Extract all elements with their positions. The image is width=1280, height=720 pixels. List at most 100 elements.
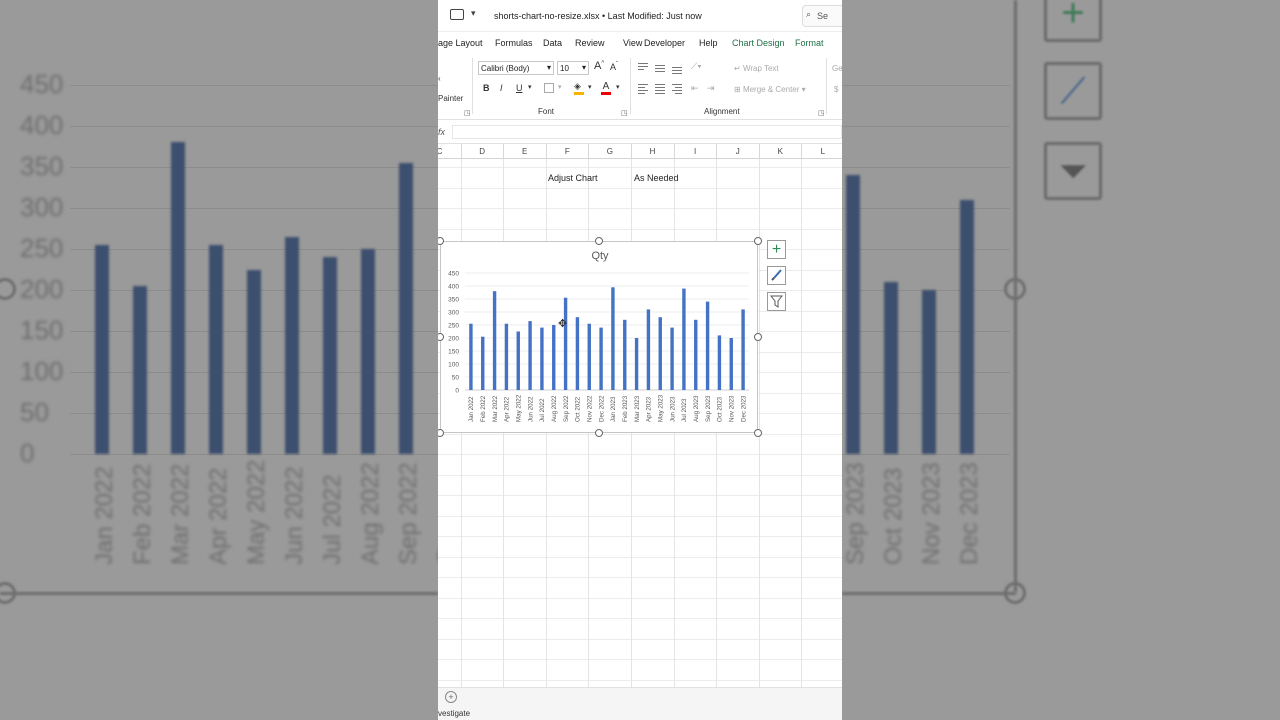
chart-bar[interactable]: [611, 287, 615, 390]
grid-line: [438, 228, 842, 230]
fill-color-icon[interactable]: ◈: [574, 81, 584, 95]
file-title[interactable]: shorts-chart-no-resize.xlsx • Last Modif…: [494, 11, 702, 21]
tab-data[interactable]: Data: [543, 38, 562, 48]
borders-icon[interactable]: [544, 83, 554, 93]
chart-bar[interactable]: [528, 321, 532, 390]
chart-filters-button[interactable]: [767, 292, 786, 311]
increase-indent-icon[interactable]: ⇥: [707, 83, 715, 94]
chart-bar[interactable]: [682, 288, 686, 390]
italic-button[interactable]: I: [500, 83, 503, 93]
chevron-down-icon[interactable]: ▾: [558, 83, 562, 91]
tab-view[interactable]: View: [623, 38, 642, 48]
chart-bar[interactable]: [492, 291, 497, 390]
underline-button[interactable]: U: [516, 83, 523, 93]
chart-bar[interactable]: [599, 327, 603, 390]
tab-chart-design[interactable]: Chart Design: [732, 38, 785, 48]
resize-handle-bottom-right[interactable]: [754, 429, 762, 437]
chart-bar[interactable]: [563, 297, 568, 390]
column-header[interactable]: K: [759, 147, 802, 156]
chevron-down-icon[interactable]: ▾: [616, 83, 620, 91]
folder-icon[interactable]: [450, 9, 464, 20]
decrease-indent-icon[interactable]: ⇤: [691, 83, 699, 94]
column-header[interactable]: L: [801, 147, 842, 156]
chart-bar[interactable]: [540, 327, 544, 390]
column-header[interactable]: H: [631, 147, 674, 156]
chart-bar[interactable]: [469, 323, 473, 390]
chart-bar[interactable]: [623, 319, 627, 390]
resize-handle-bottom[interactable]: [595, 429, 603, 437]
group-separator: [826, 58, 827, 114]
cell-adjust-chart[interactable]: Adjust Chart: [548, 173, 598, 183]
shrink-font-button[interactable]: Aˇ: [610, 62, 618, 72]
chart-bar[interactable]: [729, 338, 733, 390]
align-left-icon[interactable]: [638, 84, 648, 94]
bold-button[interactable]: B: [483, 83, 490, 93]
align-right-icon[interactable]: [672, 84, 682, 94]
search-box[interactable]: ⌕ Se: [802, 5, 842, 27]
chart-bar[interactable]: [516, 331, 520, 391]
chart-bar[interactable]: [658, 317, 662, 390]
column-header[interactable]: C: [438, 147, 461, 156]
column-header[interactable]: F: [546, 147, 589, 156]
align-center-icon[interactable]: [655, 84, 665, 94]
formula-input[interactable]: [452, 125, 842, 139]
chevron-down-icon[interactable]: ▾: [471, 8, 476, 19]
y-tick-label: 300: [448, 310, 459, 317]
chart-bar[interactable]: [705, 301, 710, 390]
resize-handle-bottom-left[interactable]: [438, 429, 444, 437]
resize-handle-top-right[interactable]: [754, 237, 762, 245]
chart-elements-button[interactable]: +: [767, 240, 786, 259]
dialog-launcher-icon[interactable]: ◳: [464, 109, 471, 117]
chevron-down-icon[interactable]: ▾: [528, 83, 532, 91]
chart-bar[interactable]: [504, 323, 509, 390]
column-header[interactable]: I: [674, 147, 717, 156]
resize-handle-right[interactable]: [754, 333, 762, 341]
tab-review[interactable]: Review: [575, 38, 605, 48]
fx-icon[interactable]: fx: [438, 127, 445, 137]
column-header[interactable]: E: [503, 147, 546, 156]
align-middle-icon[interactable]: [655, 63, 665, 73]
chart-styles-button[interactable]: [767, 266, 786, 285]
chart-bar[interactable]: [575, 317, 580, 390]
x-tick-label: May 2023: [658, 394, 665, 422]
chart-bar[interactable]: [587, 323, 591, 390]
chart-bar[interactable]: [694, 319, 698, 390]
merge-center-button[interactable]: ⊞ Merge & Center ▾: [734, 85, 806, 94]
grow-font-button[interactable]: A^: [594, 60, 604, 72]
tab-age-layout[interactable]: age Layout: [438, 38, 483, 48]
tab-developer[interactable]: Developer: [644, 38, 685, 48]
chart-bar[interactable]: [717, 335, 722, 390]
dialog-launcher-icon[interactable]: ◳: [621, 109, 628, 117]
font-size-select[interactable]: 10 ▾: [557, 61, 589, 75]
cell-as-needed[interactable]: As Needed: [634, 173, 679, 183]
chart-bar[interactable]: [741, 309, 745, 390]
chevron-down-icon[interactable]: ▾: [588, 83, 592, 91]
chart-object[interactable]: Qty 0 50 100 150 200 250 300 350 400 450 Jan 2022 F…: [440, 241, 758, 433]
tab-format[interactable]: Format: [795, 38, 824, 48]
chart-bar[interactable]: [552, 325, 556, 390]
chart-plot-area[interactable]: 0 50 100 150 200 250 300 350 400 450 Jan 2022 Feb 2…: [441, 242, 759, 434]
column-header[interactable]: J: [716, 147, 759, 156]
align-bottom-icon[interactable]: [672, 63, 682, 74]
tab-formulas[interactable]: Formulas: [495, 38, 533, 48]
chart-bar[interactable]: [634, 338, 639, 390]
format-painter-label[interactable]: Painter: [438, 94, 463, 103]
add-sheet-button[interactable]: +: [445, 691, 457, 703]
column-header[interactable]: G: [588, 147, 631, 156]
wrap-text-button[interactable]: ↵ Wrap Text: [734, 64, 779, 73]
number-format-select[interactable]: Ge: [832, 64, 842, 73]
dialog-launcher-icon[interactable]: ◳: [818, 109, 825, 117]
orientation-icon[interactable]: ⟋▾: [691, 61, 702, 72]
chart-bar[interactable]: [481, 336, 485, 390]
align-top-icon[interactable]: [638, 63, 648, 73]
font-name-select[interactable]: Calibri (Body) ▾: [478, 61, 554, 75]
column-header[interactable]: D: [461, 147, 504, 156]
chart-bar[interactable]: [670, 327, 674, 390]
currency-icon[interactable]: $: [834, 85, 838, 94]
tab-help[interactable]: Help: [699, 38, 718, 48]
bg-plus-icon: +: [1044, 0, 1102, 42]
chart-bar[interactable]: [646, 309, 651, 390]
font-color-icon[interactable]: A: [601, 81, 611, 95]
worksheet-grid[interactable]: Adjust Chart As Needed Qty 0 50 100 150 200 2…: [438, 159, 842, 687]
resize-handle-top[interactable]: [595, 237, 603, 245]
